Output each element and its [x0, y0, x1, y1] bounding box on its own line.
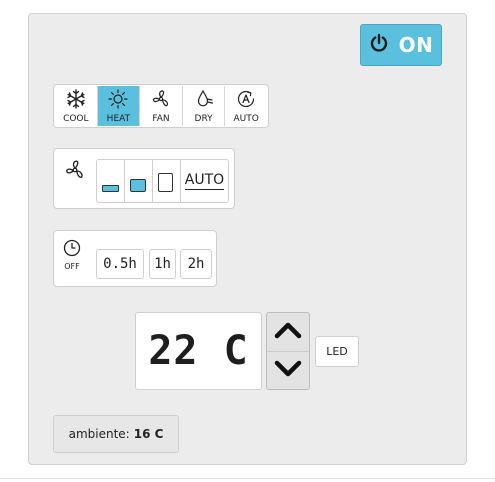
temperature-stepper	[266, 312, 310, 390]
mode-dry-label: DRY	[194, 113, 213, 124]
timer-0-5h-button[interactable]: 0.5h	[96, 249, 144, 279]
mode-auto-label: AUTO	[233, 113, 259, 124]
power-button[interactable]: ON	[360, 24, 442, 66]
mode-cool-button[interactable]: COOL	[55, 86, 98, 126]
fan-speed-low-button[interactable]	[97, 160, 125, 202]
led-button[interactable]: LED	[315, 336, 359, 367]
fan-icon	[151, 89, 171, 113]
mode-heat-button[interactable]: HEAT	[97, 86, 141, 126]
timer-off-button[interactable]: OFF	[63, 239, 81, 271]
power-label: ON	[398, 33, 434, 57]
fan-icon	[64, 159, 86, 185]
sun-icon	[108, 88, 128, 113]
mode-selector: COOL HEAT FAN DRY AUTO	[53, 84, 269, 128]
temperature-display: 22 C	[135, 312, 262, 390]
power-icon	[369, 33, 389, 57]
chevron-up-icon	[273, 319, 303, 345]
temperature-down-button[interactable]	[267, 351, 309, 390]
chevron-down-icon	[273, 358, 303, 384]
fan-speed-auto-label: AUTO	[184, 172, 225, 190]
fan-speed-high-button[interactable]	[153, 160, 181, 202]
snowflake-icon	[66, 88, 86, 113]
ambient-temperature: ambiente: 16 C	[53, 415, 179, 453]
fan-speed-panel: AUTO	[53, 148, 235, 209]
fan-speed-medium-indicator	[130, 179, 146, 192]
mode-fan-label: FAN	[152, 113, 170, 124]
clock-icon	[63, 239, 81, 261]
fan-speed-medium-button[interactable]	[125, 160, 153, 202]
droplet-icon	[194, 89, 214, 113]
temperature-up-button[interactable]	[267, 313, 309, 351]
mode-heat-label: HEAT	[106, 113, 131, 124]
fan-speed-selector: AUTO	[96, 159, 229, 203]
ambient-value: 16 C	[133, 427, 164, 441]
timer-panel: OFF 0.5h 1h 2h	[53, 230, 217, 287]
auto-a-icon	[236, 89, 256, 113]
timer-2h-button[interactable]: 2h	[180, 249, 212, 279]
fan-speed-high-indicator	[158, 173, 173, 192]
mode-auto-button[interactable]: AUTO	[225, 86, 267, 126]
mode-cool-label: COOL	[63, 113, 89, 124]
ambient-label: ambiente:	[68, 427, 130, 441]
fan-speed-low-indicator	[102, 185, 119, 192]
mode-dry-button[interactable]: DRY	[183, 86, 226, 126]
timer-1h-button[interactable]: 1h	[149, 249, 176, 279]
mode-fan-button[interactable]: FAN	[140, 86, 183, 126]
timer-off-label: OFF	[64, 262, 80, 271]
divider	[0, 478, 495, 479]
fan-speed-auto-button[interactable]: AUTO	[181, 160, 228, 202]
